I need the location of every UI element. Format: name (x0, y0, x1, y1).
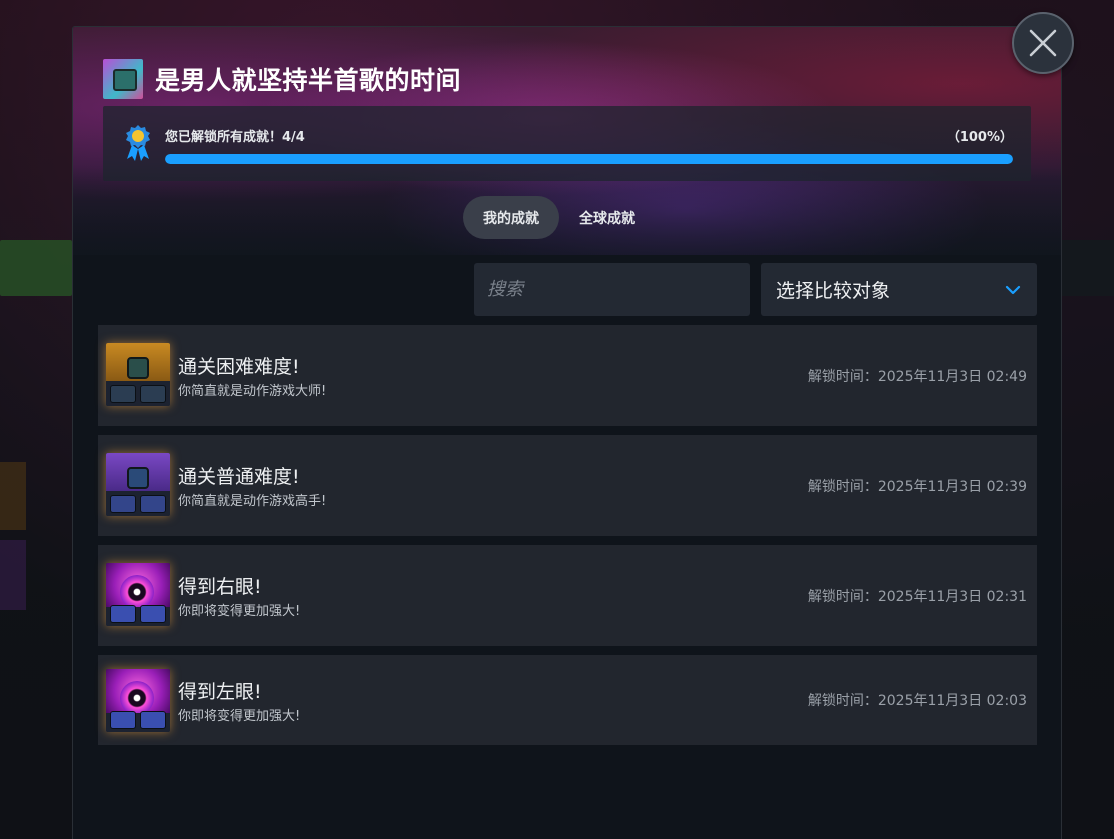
game-title: 是男人就坚持半首歌的时间 (155, 66, 462, 95)
tab-global-achievements[interactable]: 全球成就 (559, 196, 655, 239)
achievement-unlock-time: 解锁时间：2025年11月3日 02:31 (807, 589, 1027, 605)
progress-bar-fill (165, 154, 1013, 164)
achievement-name: 通关困难难度! (178, 356, 300, 378)
achievement-description: 你简直就是动作游戏大师! (178, 384, 327, 399)
achievement-row[interactable]: 得到左眼! 你即将变得更加强大! 解锁时间：2025年11月3日 02:03 (98, 655, 1037, 745)
tab-my-achievements[interactable]: 我的成就 (463, 196, 559, 239)
medal-icon (126, 125, 150, 161)
achievement-progress: 您已解锁所有成就！4/4 （100%） (103, 106, 1031, 181)
achievement-description: 你即将变得更加强大! (178, 604, 301, 619)
achievement-name: 得到左眼! (178, 681, 262, 703)
achievements-dialog: 是男人就坚持半首歌的时间 您已解锁所有成就！4/4 （100%） 我的成就 全球… (72, 26, 1062, 839)
left-eye-icon (106, 669, 170, 732)
achievement-description: 你简直就是动作游戏高手! (178, 494, 327, 509)
compare-select-label: 选择比较对象 (776, 280, 891, 302)
achievement-unlock-time: 解锁时间：2025年11月3日 02:03 (807, 693, 1027, 709)
achievement-unlock-time: 解锁时间：2025年11月3日 02:39 (807, 479, 1027, 495)
close-button[interactable] (1012, 12, 1074, 74)
achievement-tabs: 我的成就 全球成就 (463, 196, 655, 239)
game-header: 是男人就坚持半首歌的时间 (103, 59, 461, 99)
achievement-unlock-time: 解锁时间：2025年11月3日 02:49 (807, 369, 1027, 385)
normal-difficulty-icon (106, 453, 170, 516)
achievement-row[interactable]: 得到右眼! 你即将变得更加强大! 解锁时间：2025年11月3日 02:31 (98, 545, 1037, 646)
progress-bar (165, 154, 1013, 164)
compare-select[interactable]: 选择比较对象 (761, 263, 1037, 316)
achievement-list: 通关困难难度! 你简直就是动作游戏大师! 解锁时间：2025年11月3日 02:… (98, 325, 1037, 754)
right-eye-icon (106, 563, 170, 626)
progress-percent: （100%） (946, 130, 1013, 145)
close-icon (1029, 29, 1057, 57)
achievement-row[interactable]: 通关困难难度! 你简直就是动作游戏大师! 解锁时间：2025年11月3日 02:… (98, 325, 1037, 426)
achievement-name: 得到右眼! (178, 576, 262, 598)
achievement-description: 你即将变得更加强大! (178, 709, 301, 724)
chevron-down-icon (1005, 285, 1021, 294)
search-input[interactable] (474, 263, 750, 316)
game-avatar-icon (103, 59, 143, 99)
achievement-name: 通关普通难度! (178, 466, 300, 488)
achievement-row[interactable]: 通关普通难度! 你简直就是动作游戏高手! 解锁时间：2025年11月3日 02:… (98, 435, 1037, 536)
progress-label: 您已解锁所有成就！4/4 (165, 130, 305, 145)
hard-difficulty-icon (106, 343, 170, 406)
